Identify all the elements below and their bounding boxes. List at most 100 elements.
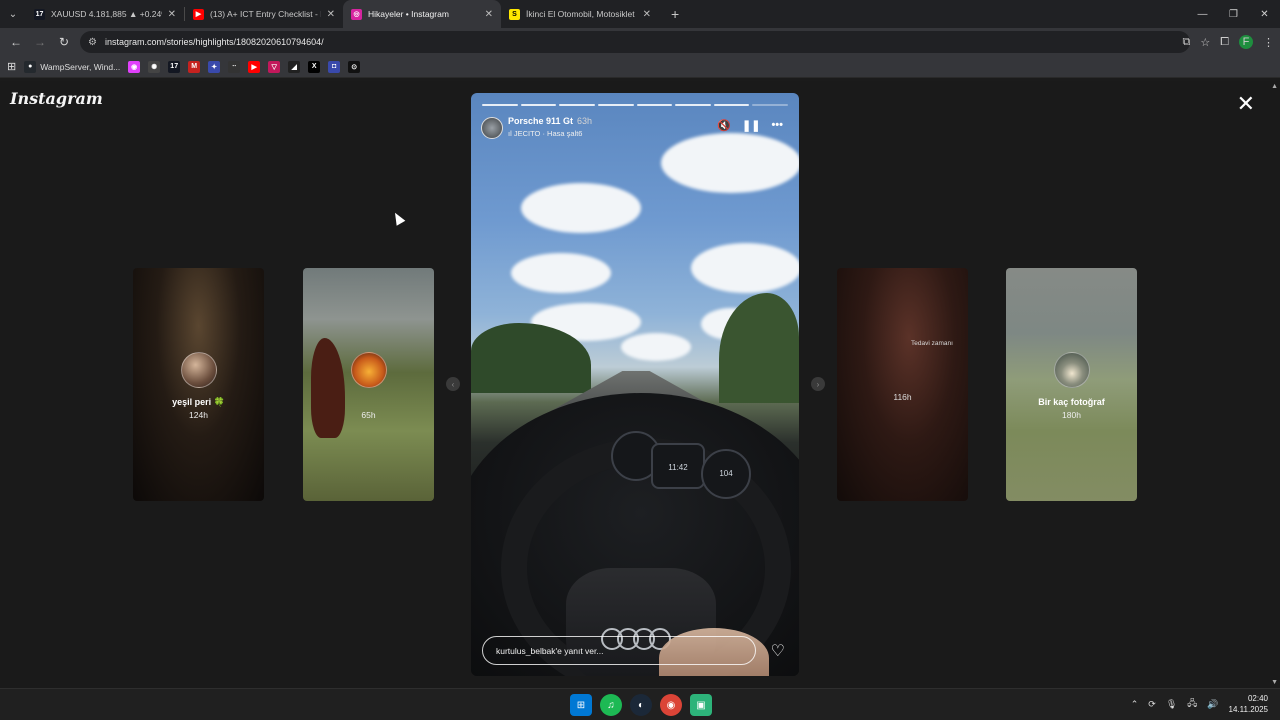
bookmark-star-icon[interactable]: ☆ [1200, 36, 1210, 49]
cloud [511, 253, 611, 293]
mute-icon[interactable]: 🔇 [717, 119, 731, 132]
network-icon[interactable]: 🖧 [1187, 696, 1197, 712]
progress-segment [482, 104, 518, 106]
progress-segment [597, 104, 634, 106]
tab-title: Hikayeler • Instagram [368, 9, 449, 19]
story-age: 180h [1062, 410, 1081, 420]
next-story-icon[interactable]: › [811, 377, 825, 391]
app-icon-5[interactable]: ◘ [328, 60, 341, 73]
story-title[interactable]: Porsche 911 Gt 63h [508, 116, 592, 126]
horse-image [311, 338, 345, 438]
tab-title: (13) A+ ICT Entry Checklist - ICT ... [210, 9, 321, 19]
reply-input[interactable]: kurtulus_belbak'e yanıt ver... [482, 636, 756, 665]
browser-tab-strip: ⌄ 17 XAUUSD 4.181,885 ▲ +0.24% ... ✕ ▶ (… [0, 0, 1280, 28]
active-story[interactable]: 11:42 104 Porsche 911 Gt 63h ıl JECITO · … [471, 93, 799, 676]
tab-title: İkinci El Otomobil, Motosiklet ... [526, 9, 637, 19]
close-tab-icon[interactable]: ✕ [643, 9, 651, 20]
tab-youtube[interactable]: ▶ (13) A+ ICT Entry Checklist - ICT ... … [185, 0, 343, 28]
steam-icon[interactable]: ◐ [630, 694, 652, 716]
close-icon[interactable]: ✕ [1237, 93, 1255, 115]
chevron-up-icon[interactable]: ⌃ [1131, 699, 1139, 710]
toolbar-actions: ⧉ ☆ ⧠ F ⋮ [1182, 28, 1274, 56]
chevron-down-icon[interactable]: ⌄ [0, 0, 26, 28]
app-icon-4[interactable]: ◢ [288, 60, 301, 73]
progress-segment [713, 104, 750, 106]
story-preview-yesil-peri[interactable]: yeşil peri 🍀 124h [133, 268, 264, 501]
url-bar[interactable]: ⚙ instagram.com/stories/highlights/18082… [80, 31, 1190, 53]
story-avatar[interactable] [481, 117, 503, 139]
app-icon-7[interactable]: ▣ [690, 694, 712, 716]
close-tab-icon[interactable]: ✕ [168, 9, 176, 20]
minimize-icon[interactable]: — [1187, 0, 1218, 28]
address-toolbar: ← → ↻ ⚙ instagram.com/stories/highlights… [0, 28, 1280, 56]
instagram-logo[interactable]: Instagram [10, 89, 103, 108]
story-controls: 🔇 ❚❚ ••• [717, 119, 783, 132]
system-tray: ⌃ ⟳ 🎙 🖧 🔊 02:40 14.11.2025 [1131, 693, 1268, 715]
openai-icon[interactable]: ✺ [148, 60, 161, 73]
forward-arrow-icon[interactable]: → [28, 30, 52, 54]
close-tab-icon[interactable]: ✕ [485, 9, 493, 20]
restore-icon[interactable]: ❐ [1218, 0, 1249, 28]
bookmark-label: WampServer, Wind... [40, 61, 121, 72]
story-age: 65h [361, 410, 376, 420]
close-tab-icon[interactable]: ✕ [327, 9, 335, 20]
bookmark-wampserver[interactable]: ● WampServer, Wind... [24, 60, 121, 73]
windows-start-icon[interactable]: ⊞ [570, 694, 592, 716]
tab-sahibinden[interactable]: S İkinci El Otomobil, Motosiklet ... ✕ [501, 0, 659, 28]
taskbar-apps: ⊞ ♫ ◐ ◉ ▣ [570, 694, 712, 716]
site-info-icon[interactable]: ⚙ [88, 37, 97, 48]
app-icon-1[interactable]: ◉ [128, 60, 141, 73]
avatar [350, 352, 387, 388]
kebab-menu-icon[interactable]: ⋮ [1263, 36, 1274, 49]
pause-icon[interactable]: ❚❚ [742, 119, 760, 132]
youtube-icon[interactable]: ▶ [248, 60, 261, 73]
scroll-down-icon[interactable]: ▼ [1271, 679, 1278, 686]
heart-icon[interactable]: ♡ [771, 641, 785, 661]
story-preview-2[interactable]: 65h [303, 268, 434, 501]
story-preview-4[interactable]: Tedavi zamanı 116h [837, 268, 968, 501]
back-arrow-icon[interactable]: ← [4, 30, 28, 54]
tab-instagram[interactable]: ◎ Hikayeler • Instagram ✕ [343, 0, 501, 28]
app-icon-6[interactable]: ⊙ [348, 60, 361, 73]
story-age: 116h [893, 392, 912, 402]
apps-grid-icon[interactable]: ⊞ [7, 60, 16, 73]
spotify-icon[interactable]: ♫ [600, 694, 622, 716]
extensions-icon[interactable]: ⧠ [1220, 36, 1229, 49]
progress-segment [752, 104, 788, 106]
mouse-cursor [390, 210, 406, 226]
microphone-icon[interactable]: 🎙 [1166, 699, 1177, 710]
app-icon-2[interactable]: ✦ [208, 60, 221, 73]
chrome-icon[interactable]: ◉ [660, 694, 682, 716]
reload-icon[interactable]: ↻ [52, 30, 76, 54]
story-username: yeşil peri 🍀 [172, 397, 225, 407]
story-age: 63h [577, 116, 593, 126]
story-music[interactable]: ıl JECITO · Hasa şalt6 [508, 129, 582, 138]
sync-icon[interactable]: ⟳ [1148, 699, 1156, 710]
tab-tradingview[interactable]: 17 XAUUSD 4.181,885 ▲ +0.24% ... ✕ [26, 0, 184, 28]
story-preview-bir-kac-fotograf[interactable]: Bir kaç fotoğraf 180h [1006, 268, 1137, 501]
page-scrollbar[interactable]: ▲ ▼ [1270, 81, 1280, 688]
volume-icon[interactable]: 🔊 [1207, 699, 1218, 710]
app-icon-3[interactable]: ▽ [268, 60, 281, 73]
clock-date: 14.11.2025 [1228, 705, 1268, 714]
clock-time: 02:40 [1247, 694, 1268, 703]
progress-segment [675, 104, 711, 106]
x-twitter-icon[interactable]: X [308, 60, 321, 73]
avatar [180, 352, 217, 388]
scroll-up-icon[interactable]: ▲ [1271, 83, 1278, 90]
profile-avatar[interactable]: F [1239, 35, 1253, 49]
more-options-icon[interactable]: ••• [771, 119, 783, 132]
gmail-icon[interactable]: M [188, 60, 201, 73]
url-text: instagram.com/stories/highlights/1808202… [104, 37, 324, 47]
install-app-icon[interactable]: ⧉ [1182, 36, 1190, 49]
window-close-icon[interactable]: ✕ [1249, 0, 1280, 28]
previous-story-icon[interactable]: ‹ [446, 377, 460, 391]
dots-icon[interactable]: ∙∙ [228, 60, 241, 73]
system-clock[interactable]: 02:40 14.11.2025 [1229, 693, 1268, 715]
tab-title: XAUUSD 4.181,885 ▲ +0.24% ... [51, 9, 162, 19]
progress-segment [559, 104, 595, 106]
windows-taskbar: ⊞ ♫ ◐ ◉ ▣ ⌃ ⟳ 🎙 🖧 🔊 02:40 14.11.2025 [0, 688, 1280, 720]
tradingview-icon[interactable]: 17 [168, 60, 181, 73]
progress-segment [636, 104, 673, 106]
new-tab-button[interactable]: + [671, 6, 679, 22]
